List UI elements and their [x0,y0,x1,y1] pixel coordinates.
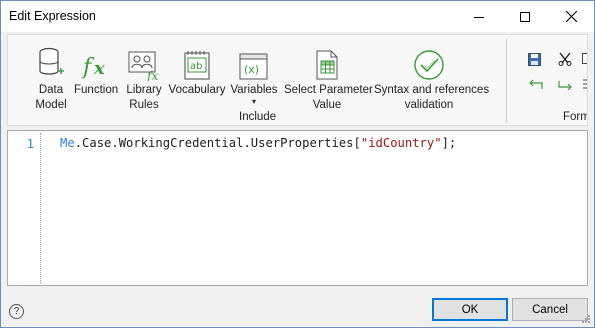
expression-editor[interactable]: 1 Me.Case.WorkingCredential.UserProperti… [7,130,588,286]
variables-icon: (x) [239,53,268,80]
chevron-down-icon: ▾ [251,97,256,106]
vocabulary-button[interactable]: ab Vocabulary [168,41,226,98]
function-button[interactable]: f x Function [74,41,118,98]
minimize-icon [474,16,484,18]
code-end: ]; [441,136,457,150]
table-grid-icon [316,50,338,80]
title-bar: Edit Expression [1,1,594,32]
copy-button[interactable] [582,53,587,68]
data-model-label: Data Model [35,84,67,111]
syntax-validation-button[interactable]: Syntax and references validation [374,41,490,113]
svg-text:ab: ab [190,61,202,72]
data-model-button[interactable]: Data Model [32,41,70,113]
syntax-validation-label: Syntax and references validation [374,84,490,111]
code-keyword: Me [60,136,75,150]
variables-label: Variables [230,84,278,96]
resize-grip-icon[interactable] [580,313,590,323]
ok-button[interactable]: OK [432,298,508,321]
line-number: 1 [26,137,34,151]
check-circle-icon [414,50,444,80]
maximize-icon [520,11,530,22]
cancel-button[interactable]: Cancel [512,298,588,321]
vocabulary-icon: ab [184,51,210,80]
svg-text:(x): (x) [244,63,259,76]
library-rules-button[interactable]: fx Library Rules [124,41,164,113]
database-add-icon [39,47,64,75]
close-button[interactable] [548,1,594,32]
svg-text:fx: fx [146,69,158,81]
close-icon [565,11,577,22]
save-icon [528,53,541,66]
code-string: "idCountry" [360,136,442,150]
fx-icon: f x [81,55,105,80]
redo-button[interactable] [558,78,572,93]
ribbon-separator [506,39,507,123]
maximize-button[interactable] [502,1,548,32]
save-button[interactable] [528,53,541,69]
window-title: Edit Expression [9,9,96,23]
library-rules-icon: fx [128,51,158,81]
scissors-icon [558,52,572,66]
select-parameter-button[interactable]: Select Parameter Value [284,41,373,113]
include-group-label: Include [239,111,277,123]
undo-icon [529,79,543,89]
variables-button[interactable]: (x) Variables ▾ [230,41,278,106]
ribbon-toolbar: Data Model f x Function fx Library Rules… [7,34,588,126]
cut-button[interactable] [558,52,572,69]
code-line[interactable]: Me.Case.WorkingCredential.UserProperties… [60,136,456,150]
edit-expression-dialog: Edit Expression Data Model f x Function … [0,0,595,328]
library-rules-label: Library Rules [126,84,162,111]
function-label: Function [74,84,119,96]
vocabulary-label: Vocabulary [168,84,226,96]
format-group-label: Form [563,111,588,123]
svg-text:f: f [81,55,95,80]
indent-icon [583,79,587,89]
gutter-divider [40,133,41,283]
redo-icon [558,81,572,91]
indent-button[interactable] [582,78,587,93]
svg-text:x: x [93,58,105,79]
select-parameter-label: Select Parameter Value [284,84,373,111]
help-icon[interactable]: ? [9,304,24,319]
code-path: .Case.WorkingCredential.UserProperties[ [74,136,361,150]
copy-icon [582,53,587,64]
undo-button[interactable] [529,78,543,93]
minimize-button[interactable] [456,1,502,32]
